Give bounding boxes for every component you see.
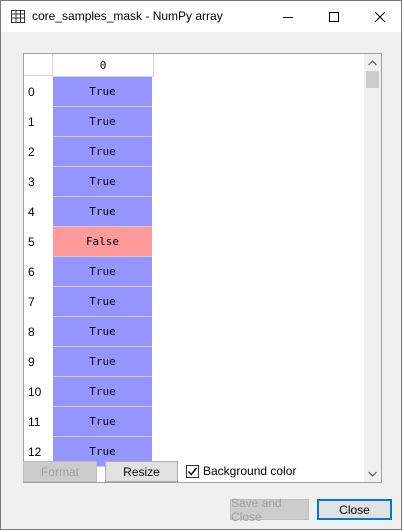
row-header[interactable]: 3 (24, 167, 53, 197)
title-bar[interactable]: core_samples_mask - NumPy array (1, 1, 401, 32)
row-header[interactable]: 6 (24, 257, 53, 287)
table-row: 5 False (24, 227, 154, 257)
scroll-up-button[interactable] (364, 54, 381, 71)
maximize-icon (329, 11, 339, 22)
background-color-checkbox[interactable] (186, 464, 199, 478)
table-rows: 0 True 1 True 2 True 3 True 4 True 5 False 6 True 7 Tru… (24, 77, 154, 467)
resize-button[interactable]: Resize (105, 461, 178, 482)
row-header[interactable]: 10 (24, 377, 53, 407)
row-header[interactable]: 7 (24, 287, 53, 317)
scroll-down-button[interactable] (364, 465, 381, 482)
numpy-array-editor-window: core_samples_mask - NumPy array 0 0 True 1… (0, 0, 402, 530)
array-cell[interactable]: True (53, 317, 152, 347)
background-color-label: Background color (203, 464, 297, 478)
row-header[interactable]: 1 (24, 107, 53, 137)
chevron-up-icon (368, 59, 377, 65)
maximize-button[interactable] (311, 1, 357, 32)
table-corner (24, 54, 53, 76)
checkmark-icon (187, 467, 198, 476)
close-button[interactable]: Close (317, 499, 392, 520)
save-and-close-button[interactable]: Save and Close (230, 496, 309, 524)
dialog-body: 0 0 True 1 True 2 True 3 True 4 True 5 False 6 True 7 T… (1, 32, 401, 529)
array-cell[interactable]: True (53, 347, 152, 377)
table-row: 4 True (24, 197, 154, 227)
array-cell[interactable]: True (53, 137, 152, 167)
minimize-button[interactable] (265, 1, 311, 32)
row-header[interactable]: 11 (24, 407, 53, 437)
row-header[interactable]: 2 (24, 137, 53, 167)
array-table[interactable]: 0 0 True 1 True 2 True 3 True 4 True 5 False 6 True 7 T… (23, 53, 382, 483)
column-header-0[interactable]: 0 (53, 54, 154, 77)
array-cell[interactable]: True (53, 197, 152, 227)
row-header[interactable]: 4 (24, 197, 53, 227)
array-cell[interactable]: True (53, 287, 152, 317)
format-button[interactable]: Format (23, 461, 97, 482)
table-row: 2 True (24, 137, 154, 167)
table-row: 1 True (24, 107, 154, 137)
array-cell[interactable]: True (53, 107, 152, 137)
table-row: 9 True (24, 347, 154, 377)
table-row: 6 True (24, 257, 154, 287)
row-header[interactable]: 5 (24, 227, 53, 257)
array-cell[interactable]: True (53, 377, 152, 407)
row-header[interactable]: 0 (24, 77, 53, 107)
vertical-scrollbar[interactable] (364, 54, 381, 482)
table-row: 0 True (24, 77, 154, 107)
chevron-down-icon (368, 471, 377, 477)
array-cell[interactable]: False (53, 227, 152, 257)
table-row: 10 True (24, 377, 154, 407)
window-close-button[interactable] (357, 1, 403, 32)
close-icon (375, 11, 385, 22)
row-header[interactable]: 8 (24, 317, 53, 347)
table-icon (11, 10, 25, 23)
array-cell[interactable]: True (53, 167, 152, 197)
scroll-thumb[interactable] (366, 71, 379, 88)
table-row: 8 True (24, 317, 154, 347)
background-color-toggle[interactable]: Background color (186, 464, 296, 478)
array-cell[interactable]: True (53, 407, 152, 437)
array-cell[interactable]: True (53, 257, 152, 287)
table-row: 7 True (24, 287, 154, 317)
row-header[interactable]: 9 (24, 347, 53, 377)
window-title: core_samples_mask - NumPy array (32, 9, 223, 23)
table-row: 3 True (24, 167, 154, 197)
array-cell[interactable]: True (53, 77, 152, 107)
table-row: 11 True (24, 407, 154, 437)
minimize-icon (283, 16, 293, 18)
